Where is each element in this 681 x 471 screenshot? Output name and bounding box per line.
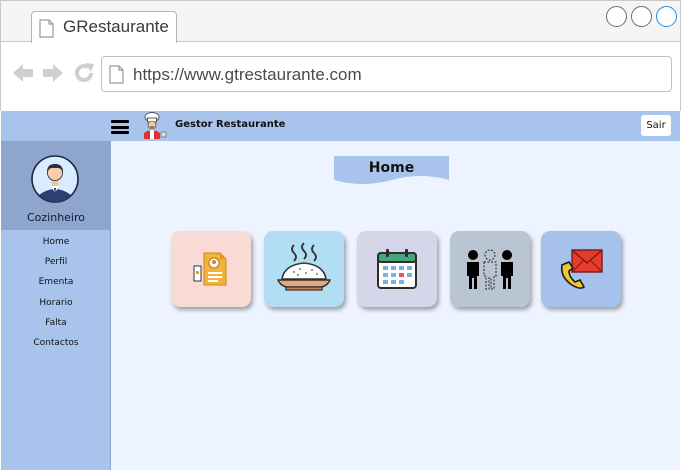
minimize-button[interactable] — [606, 6, 627, 27]
rice-dish-icon — [276, 242, 332, 291]
sidebar-item-ementa[interactable]: Ementa — [1, 272, 111, 292]
sidebar-item-home[interactable]: Home — [1, 232, 111, 252]
sidebar-item-falta[interactable]: Falta — [1, 313, 111, 333]
page-icon — [109, 65, 124, 84]
maximize-button[interactable] — [631, 6, 652, 27]
chef-logo-icon — [144, 112, 167, 139]
sidebar-menu: Home Perfil Ementa Horario Falta Contact… — [1, 232, 111, 353]
phone-mail-icon — [560, 249, 603, 289]
profile-panel: Cozinheiro — [1, 141, 111, 230]
sidebar-item-horario[interactable]: Horario — [1, 293, 111, 313]
logout-button[interactable]: Sair — [641, 115, 671, 136]
calendar-icon — [377, 249, 417, 289]
top-bar: Gestor Restaurante Sair — [1, 111, 680, 141]
forward-arrow-icon[interactable] — [41, 61, 65, 85]
browser-window: GRestaurante https://www.gtrestaurante.c… — [0, 0, 681, 112]
reload-icon[interactable] — [72, 61, 96, 85]
tab-strip: GRestaurante — [1, 1, 680, 43]
url-text: https://www.gtrestaurante.com — [133, 65, 362, 84]
tile-contactos[interactable] — [541, 231, 621, 307]
back-arrow-icon[interactable] — [11, 61, 35, 85]
browser-tab[interactable]: GRestaurante — [31, 11, 177, 43]
sidebar: Cozinheiro Home Perfil Ementa Horario Fa… — [1, 141, 111, 470]
menu-icon[interactable] — [111, 120, 129, 134]
document-icon — [39, 19, 54, 38]
tile-falta[interactable] — [450, 231, 530, 307]
address-bar[interactable]: https://www.gtrestaurante.com — [101, 56, 672, 92]
close-button[interactable] — [656, 6, 677, 27]
navigation-bar: https://www.gtrestaurante.com — [1, 43, 680, 112]
absence-people-icon — [467, 249, 513, 290]
brand-name: Gestor Restaurante — [175, 119, 286, 130]
sidebar-item-contactos[interactable]: Contactos — [1, 333, 111, 353]
avatar-icon — [31, 155, 79, 203]
sidebar-item-perfil[interactable]: Perfil — [1, 252, 111, 272]
app-container: Gestor Restaurante Sair Cozinheiro Home … — [1, 111, 680, 470]
tile-horario[interactable] — [357, 231, 437, 307]
page-title: Home — [368, 160, 415, 176]
tile-ementa[interactable] — [264, 231, 344, 307]
user-role: Cozinheiro — [26, 211, 86, 224]
tile-perfil[interactable] — [171, 231, 251, 307]
profile-document-icon — [193, 252, 227, 286]
tab-title: GRestaurante — [63, 17, 169, 36]
